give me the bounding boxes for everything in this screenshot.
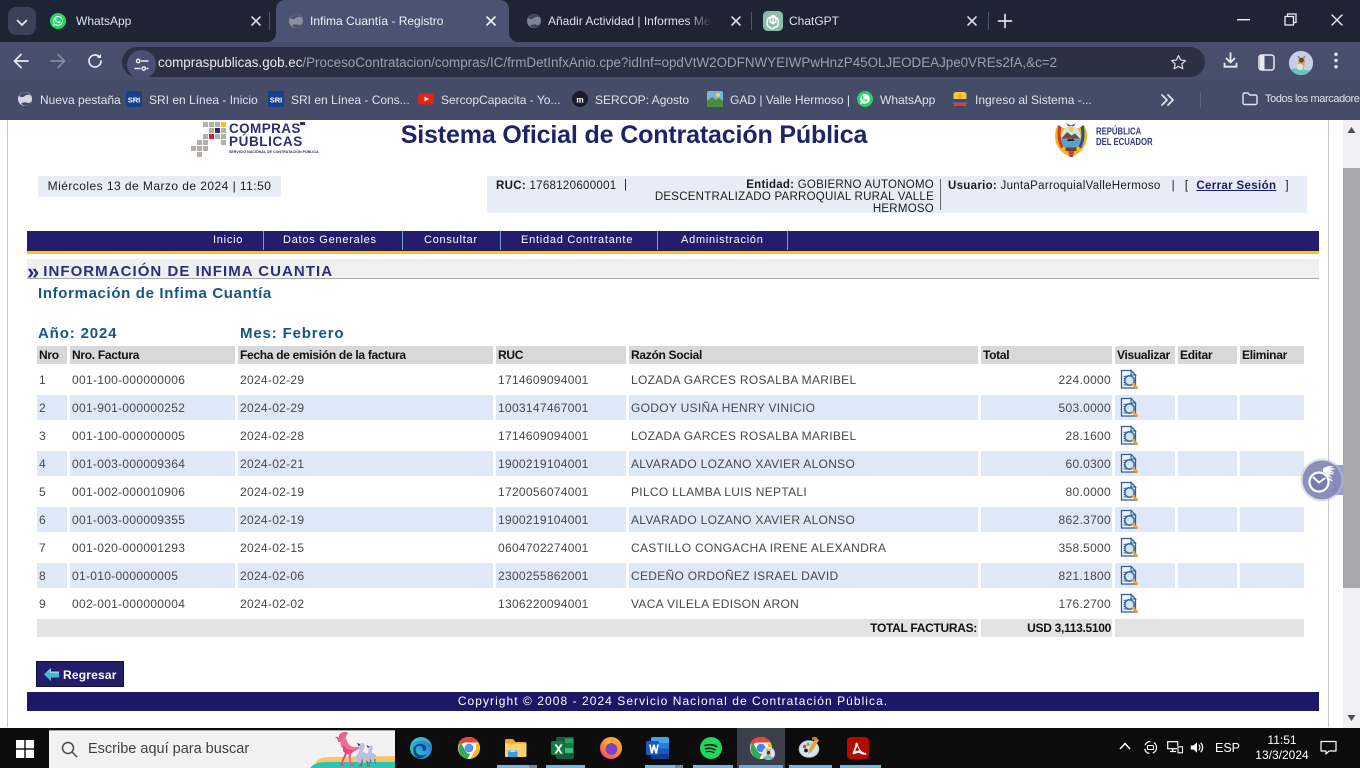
svg-text:SRI: SRI: [270, 96, 283, 105]
svg-text:m: m: [576, 95, 584, 105]
svg-text:SRI: SRI: [128, 96, 141, 105]
svg-text:REPÚBLICA: REPÚBLICA: [1096, 124, 1142, 136]
svg-text:DEL ECUADOR: DEL ECUADOR: [1096, 136, 1153, 147]
